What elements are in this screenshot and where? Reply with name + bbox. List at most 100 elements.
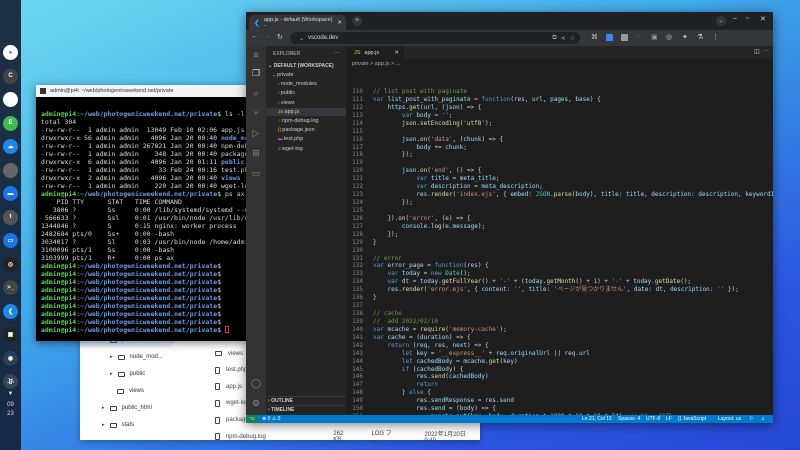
files-list-row[interactable]: npm-debug.log 262 KB LOG ファ... 2022年1月20日 9…	[215, 430, 475, 446]
files-tree-label: node_mod...	[129, 354, 163, 360]
extension-icon[interactable]: ▣	[651, 33, 658, 41]
menu-icon[interactable]: ≡	[251, 50, 261, 60]
close-window-button[interactable]: ✕	[760, 15, 766, 23]
crosh-icon[interactable]: ▣	[3, 327, 18, 342]
code-line: });	[373, 199, 413, 207]
explorer-item-private[interactable]: ⌄ private	[266, 71, 346, 79]
encoding[interactable]: UTF-8	[646, 416, 660, 422]
text-app-icon[interactable]: t	[3, 209, 18, 225]
notifications-bell-icon[interactable]: ♫	[761, 416, 765, 422]
cursor-position[interactable]: Ln 21, Col 15	[582, 416, 612, 422]
chrome-icon[interactable]: ●	[3, 45, 18, 60]
maximize-button[interactable]: ▫	[746, 15, 748, 22]
tab-search-button[interactable]: ⌄	[716, 16, 726, 26]
terminal-icon[interactable]: >_	[3, 280, 18, 295]
install-icon[interactable]: ⧉	[552, 35, 556, 42]
extension-icon[interactable]: ⌂	[636, 33, 640, 40]
camera-icon[interactable]: ◎	[3, 256, 18, 272]
minimize-button[interactable]: –	[733, 15, 737, 22]
vscode-icon[interactable]: ❮	[3, 303, 18, 319]
close-editor-icon[interactable]: ✕	[394, 50, 399, 56]
wifi-icon[interactable]: ▼	[0, 391, 21, 397]
feedback-icon[interactable]: ⚐	[749, 416, 753, 422]
outline-section[interactable]: › OUTLINE	[268, 396, 346, 404]
prompt-path: ~/web/photogenicweekend.net/private	[80, 302, 218, 310]
clock-hour[interactable]: 09	[0, 402, 21, 408]
explorer-item-wget-log[interactable]: ≡ wget-log	[266, 145, 346, 153]
split-editor-icon[interactable]: ◫	[754, 48, 760, 55]
settings-gear-icon[interactable]: ⚙	[251, 398, 261, 408]
site-info-icon[interactable]: ⌄	[299, 35, 304, 42]
browser-tab[interactable]: ❮ app.js - default (Workspace) - ✕	[249, 15, 346, 30]
remote-indicator[interactable]: ⌥	[246, 415, 258, 423]
editor-more-icon[interactable]: ···	[763, 48, 769, 54]
apple-icon[interactable]	[3, 162, 18, 178]
editor-tab-app-js[interactable]: JS app.js ✕	[346, 46, 404, 59]
explorer-item-package-json[interactable]: {} package.json	[266, 126, 346, 134]
clock-minute[interactable]: 23	[0, 411, 21, 417]
extension-icon[interactable]	[606, 34, 613, 41]
address-bar[interactable]: ⌄ vscode.dev ⧉ ⋖ ☆	[290, 32, 580, 44]
breadcrumb[interactable]: private > app.js > ...	[352, 61, 400, 67]
avatar-icon[interactable]: ◉	[3, 350, 18, 366]
extension-icon[interactable]	[621, 34, 628, 41]
expand-arrow-icon[interactable]: ▸	[102, 405, 105, 411]
menu-kebab-icon[interactable]: ⋮	[712, 33, 719, 41]
account-icon[interactable]: ◯	[251, 378, 261, 388]
expand-arrow-icon[interactable]: ▸	[110, 371, 113, 377]
explorer-item-npm-debug-log[interactable]: ≡ npm-debug.log	[266, 117, 346, 125]
line-number: 138	[352, 310, 363, 318]
c-app-icon[interactable]: C	[3, 68, 18, 84]
calendar-app-icon[interactable]: ▭	[3, 233, 18, 248]
files-tree-item[interactable]: ▸ node_mod...	[80, 350, 200, 364]
problems-indicator[interactable]: ⊗ 0 ⚠ 0	[262, 416, 280, 422]
terminal-output[interactable]: admin@pi4:~/web/photogenicweekend.net/pr…	[41, 110, 247, 334]
run-debug-icon[interactable]: ▷	[251, 128, 261, 138]
explorer-item-views[interactable]: › views	[266, 99, 346, 107]
bookmark-star-icon[interactable]: ☆	[570, 35, 575, 42]
reload-icon[interactable]: ↻	[277, 33, 283, 41]
explorer-item-node-modules[interactable]: › node_modules	[266, 80, 346, 88]
files-icon[interactable]: ▬	[3, 186, 18, 201]
files-tree-item[interactable]: ▸ public_html	[80, 401, 200, 415]
onedrive-icon[interactable]: ☁	[3, 139, 18, 154]
files-tree-item[interactable]: views	[80, 384, 200, 398]
expand-arrow-icon[interactable]: ▸	[102, 422, 105, 428]
line-number: 145	[352, 365, 363, 373]
terminal-window[interactable]: admin@pi4: ~/web/photogenicweekend.net/p…	[36, 85, 247, 341]
output-text: -rw-rw-r-- 1 admin admin 220 Jan 20 00:4…	[41, 182, 222, 190]
expand-arrow-icon[interactable]: ▸	[110, 354, 113, 360]
keyboard-layout[interactable]: Layout: us	[718, 416, 741, 422]
terminal-titlebar[interactable]: admin@pi4: ~/web/photogenicweekend.net/p…	[36, 85, 247, 97]
search-icon[interactable]: ⌕	[251, 88, 261, 98]
twitter-icon[interactable]: ✦	[3, 92, 18, 107]
explorer-item-test-php[interactable]: ▬ test.php	[266, 135, 346, 143]
files-tree-item[interactable]: ▸ public	[80, 367, 200, 381]
workspace-header[interactable]: ⌄ DEFAULT (WORKSPACE)	[268, 62, 334, 70]
line-ending[interactable]: LF	[666, 416, 672, 422]
language-mode[interactable]: {} JavaScript	[678, 416, 706, 422]
remote-explorer-icon[interactable]: ▭	[251, 168, 261, 178]
explorer-item-public[interactable]: › public	[266, 89, 346, 97]
explorer-icon[interactable]: ❐	[251, 68, 261, 78]
labs-flask-icon[interactable]: ⚗	[697, 33, 703, 41]
explorer-item-app-js[interactable]: JS app.js	[266, 107, 346, 116]
source-control-icon[interactable]: ⑂	[251, 108, 261, 118]
new-tab-button[interactable]: +	[352, 16, 362, 26]
file-type: LOG ファ...	[371, 430, 392, 446]
forward-icon[interactable]: →	[264, 33, 271, 40]
close-tab-icon[interactable]: ✕	[337, 20, 342, 26]
extensions-puzzle-icon[interactable]: ✦	[682, 33, 688, 41]
timeline-section[interactable]: › TIMELINE	[268, 405, 346, 413]
files-tree-item[interactable]: ▸ stats	[80, 418, 200, 432]
extension-icon[interactable]: ◎	[666, 33, 672, 41]
extensions-icon[interactable]: ⊞	[251, 148, 261, 158]
share-icon[interactable]: ⋖	[561, 35, 566, 42]
explorer-more-icon[interactable]: ···	[334, 49, 340, 57]
indentation[interactable]: Spaces: 4	[618, 416, 640, 422]
extension-icon[interactable]: ⌘	[591, 33, 598, 41]
language-indicator[interactable]: JA	[0, 379, 21, 385]
back-icon[interactable]: ←	[251, 33, 258, 40]
feedly-icon[interactable]: E	[3, 115, 18, 131]
code-editor[interactable]: 110 // list post with paginate 111 var list…	[346, 76, 773, 415]
